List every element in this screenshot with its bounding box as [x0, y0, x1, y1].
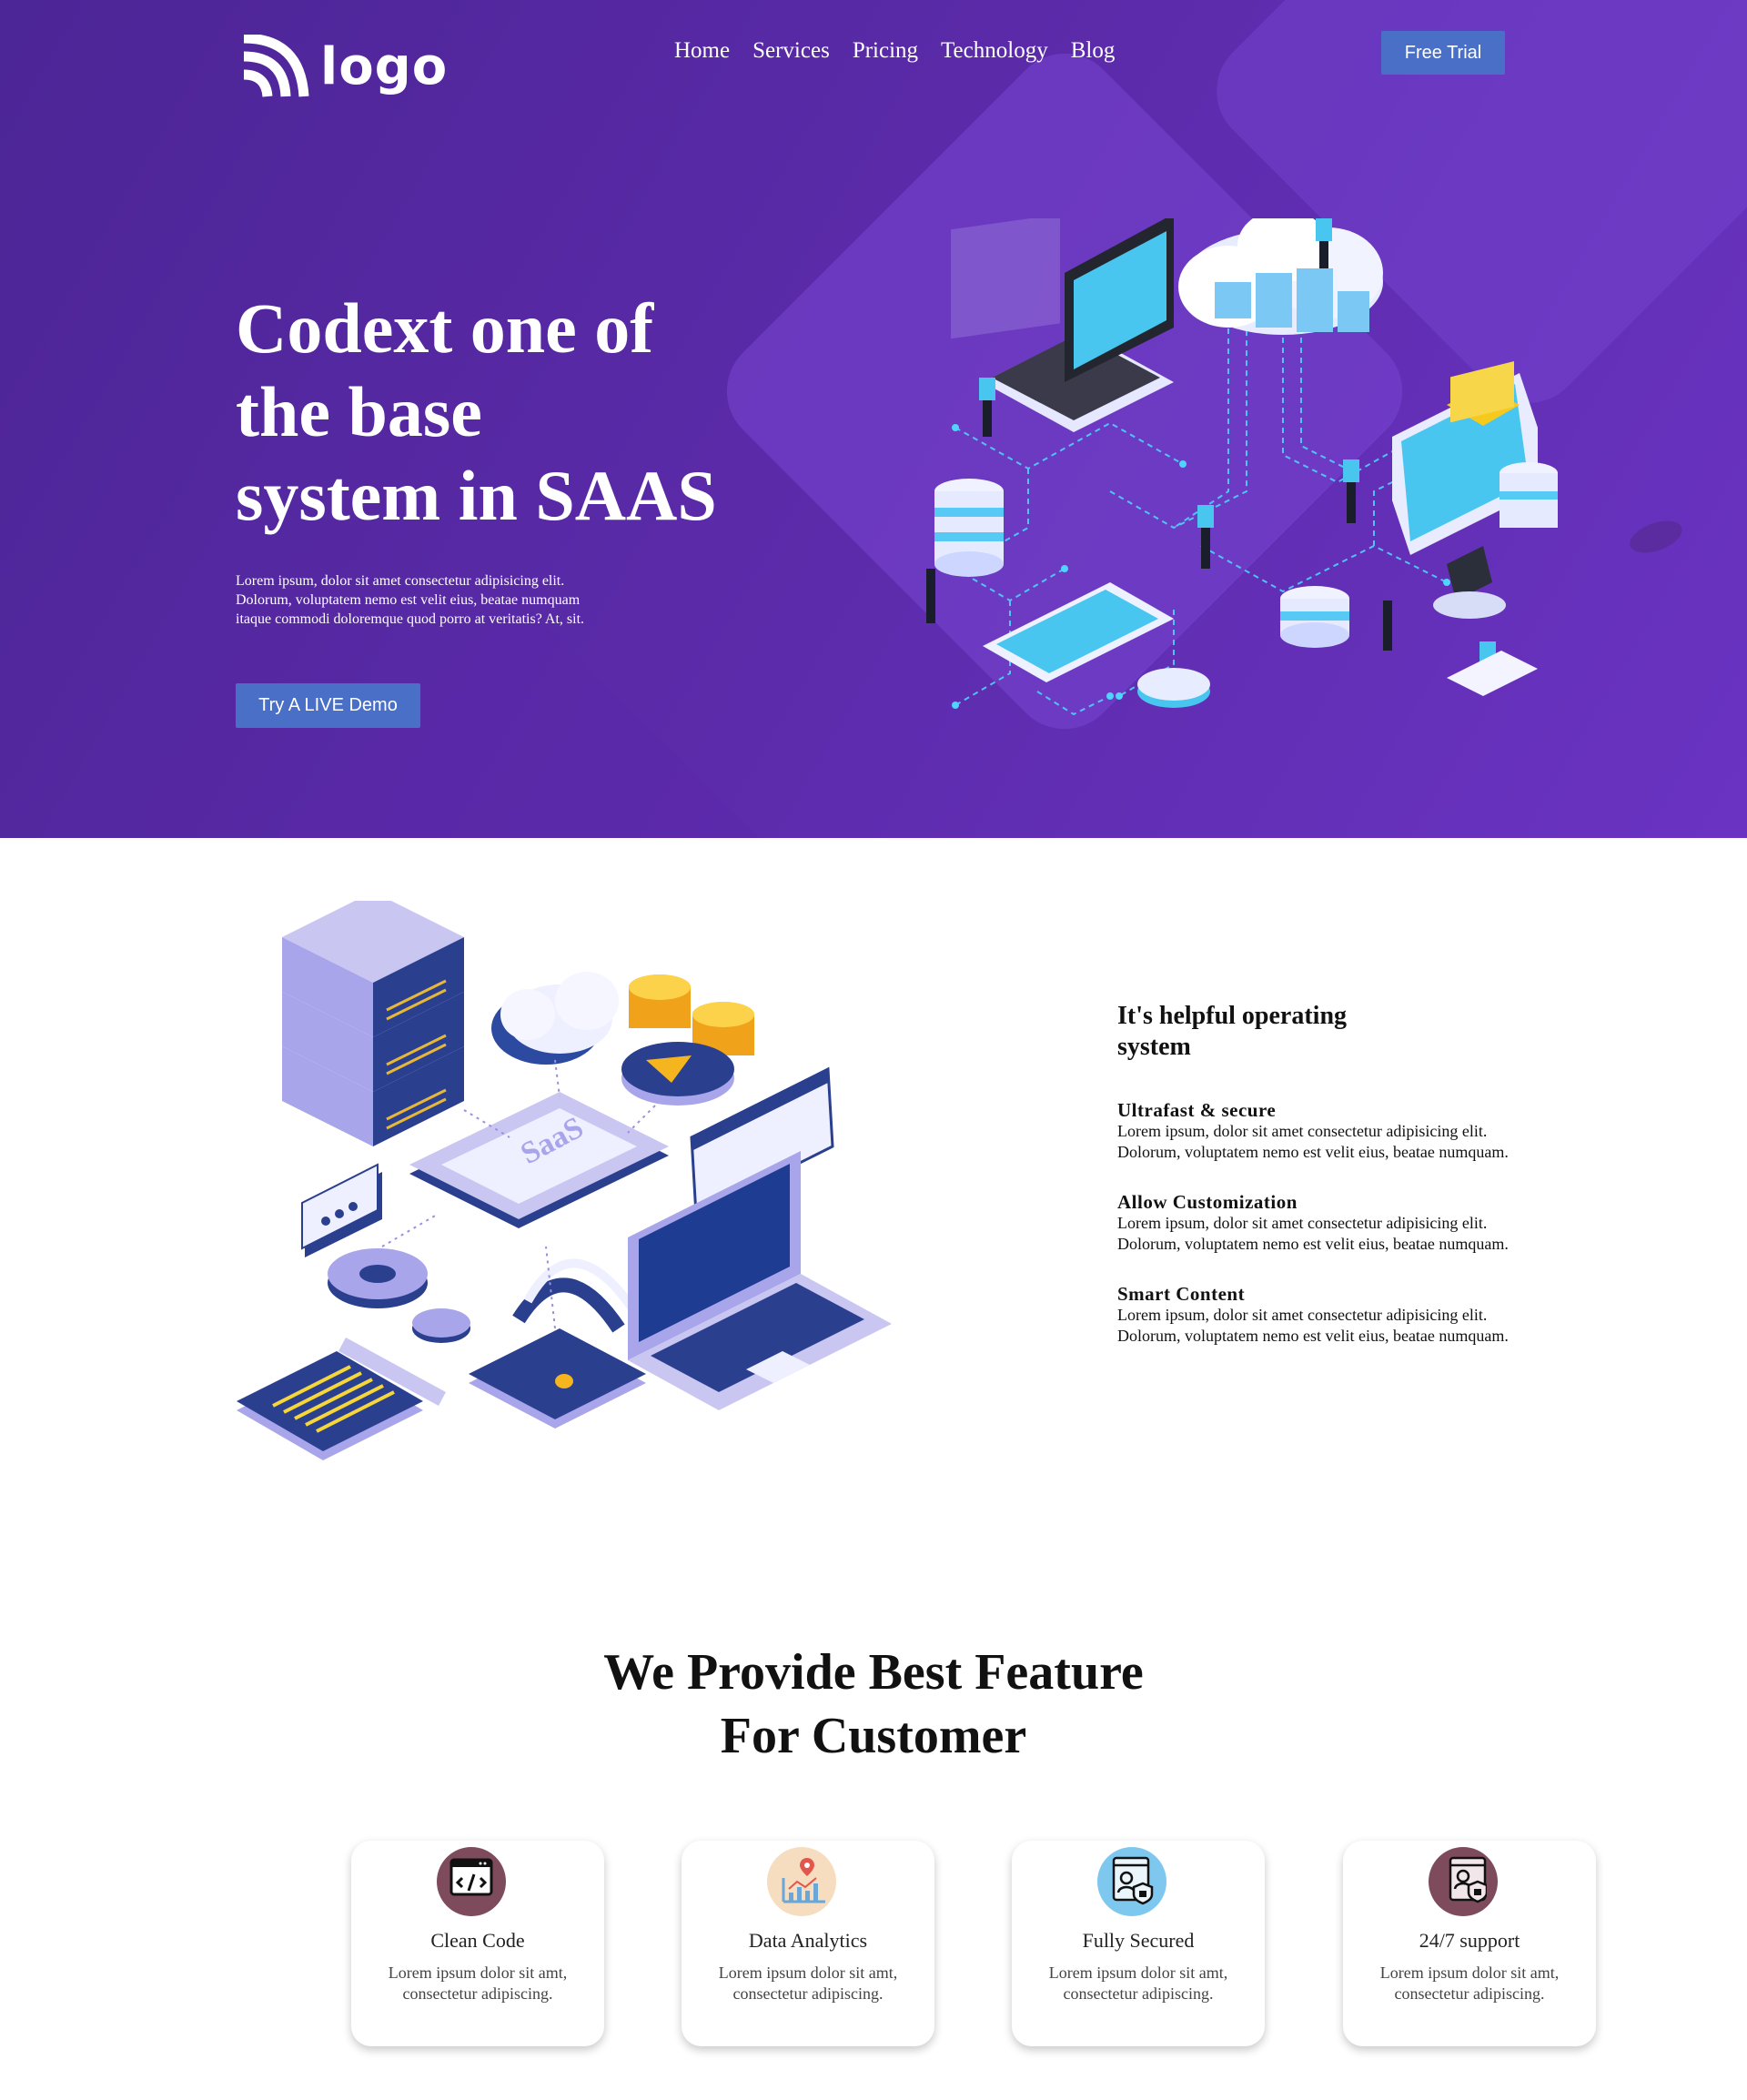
about-feature-desc: Lorem ipsum, dolor sit amet consectetur …: [1117, 1305, 1590, 1347]
feature-card-desc-line: Lorem ipsum dolor sit amt,: [388, 1964, 568, 1982]
feature-card-desc-line: consectetur adipiscing.: [732, 1984, 884, 2003]
feature-card-desc: Lorem ipsum dolor sit amt, consectetur a…: [1030, 1963, 1247, 2004]
feature-card-desc-line: consectetur adipiscing.: [1063, 1984, 1214, 2003]
hero-description-line: Lorem ipsum, dolor sit amet consectetur …: [236, 573, 565, 589]
nav-link-home[interactable]: Home: [674, 38, 730, 64]
about-title-line: system: [1117, 1033, 1191, 1061]
nav-link-pricing[interactable]: Pricing: [853, 38, 918, 64]
about-feature-desc-line: Dolorum, voluptatem nemo est velit eius,…: [1117, 1143, 1509, 1161]
features-title-line: For Customer: [720, 1708, 1027, 1764]
live-demo-button[interactable]: Try A LIVE Demo: [236, 683, 420, 728]
analytics-icon: [767, 1847, 836, 1916]
feature-card-desc-line: Lorem ipsum dolor sit amt,: [718, 1964, 898, 1982]
about-feature-title: Allow Customization: [1117, 1191, 1298, 1213]
feature-card-desc-line: consectetur adipiscing.: [1394, 1984, 1545, 2003]
about-feature-list: Ultrafast & secure Lorem ipsum, dolor si…: [1117, 1099, 1590, 1375]
about-title-line: It's helpful operating: [1117, 1002, 1348, 1030]
features-title-line: We Provide Best Feature: [603, 1644, 1144, 1701]
hero-description-line: itaque commodi doloremque quod porro at …: [236, 611, 585, 627]
about-feature-desc-line: Lorem ipsum, dolor sit amet consectetur …: [1117, 1214, 1488, 1232]
feature-card-title: Fully Secured: [1082, 1929, 1195, 1952]
feature-card-fully-secured[interactable]: Fully Secured Lorem ipsum dolor sit amt,…: [1012, 1841, 1265, 2046]
about-feature-item: Ultrafast & secure Lorem ipsum, dolor si…: [1117, 1099, 1590, 1163]
feature-card-title: 24/7 support: [1419, 1929, 1520, 1952]
hero-description: Lorem ipsum, dolor sit amet consectetur …: [236, 571, 645, 629]
nav-link-services[interactable]: Services: [752, 38, 830, 64]
about-feature-desc: Lorem ipsum, dolor sit amet consectetur …: [1117, 1213, 1590, 1255]
nav-link-blog[interactable]: Blog: [1071, 38, 1116, 64]
feature-card-desc: Lorem ipsum dolor sit amt, consectetur a…: [700, 1963, 916, 2004]
about-feature-title: Ultrafast & secure: [1117, 1099, 1277, 1121]
feature-card-title: Clean Code: [430, 1929, 525, 1952]
secure-profile-icon: [1097, 1847, 1166, 1916]
support-shield-icon: [1429, 1847, 1498, 1916]
features-section-title: We Provide Best Feature For Customer: [510, 1641, 1237, 1768]
feature-card-desc: Lorem ipsum dolor sit amt, consectetur a…: [369, 1963, 586, 2004]
feature-card-title: Data Analytics: [748, 1929, 868, 1952]
hero-description-line: Dolorum, voluptatem nemo est velit eius,…: [236, 592, 581, 608]
feature-card-desc-line: Lorem ipsum dolor sit amt,: [1048, 1964, 1228, 1982]
logo-text: logo: [320, 37, 449, 96]
logo-icon: [243, 35, 309, 97]
about-feature-title: Smart Content: [1117, 1283, 1246, 1305]
hero-title-line: system in SAAS: [236, 456, 717, 535]
about-feature-item: Smart Content Lorem ipsum, dolor sit ame…: [1117, 1283, 1590, 1347]
about-feature-desc-line: Dolorum, voluptatem nemo est velit eius,…: [1117, 1235, 1509, 1253]
logo-link[interactable]: logo: [240, 35, 448, 100]
feature-card-desc-line: Lorem ipsum dolor sit amt,: [1379, 1964, 1560, 1982]
main-nav: Home Services Pricing Technology Blog: [674, 38, 1115, 64]
saas-isometric-illustration: SaaS: [237, 901, 892, 1460]
nav-link-technology[interactable]: Technology: [941, 38, 1048, 64]
code-icon: [437, 1847, 506, 1916]
about-feature-desc-line: Dolorum, voluptatem nemo est velit eius,…: [1117, 1327, 1509, 1345]
feature-card-desc: Lorem ipsum dolor sit amt, consectetur a…: [1361, 1963, 1578, 2004]
feature-card-clean-code[interactable]: Clean Code Lorem ipsum dolor sit amt, co…: [351, 1841, 604, 2046]
feature-card-data-analytics[interactable]: Data Analytics Lorem ipsum dolor sit amt…: [682, 1841, 934, 2046]
about-feature-desc: Lorem ipsum, dolor sit amet consectetur …: [1117, 1121, 1590, 1163]
hero-section: logo Home Services Pricing Technology Bl…: [0, 0, 1747, 838]
hero-bg-shape: [1625, 514, 1687, 560]
free-trial-button[interactable]: Free Trial: [1381, 31, 1505, 75]
about-feature-item: Allow Customization Lorem ipsum, dolor s…: [1117, 1191, 1590, 1255]
about-feature-desc-line: Lorem ipsum, dolor sit amet consectetur …: [1117, 1122, 1488, 1140]
hero-title-line: Codext one of: [236, 288, 654, 368]
feature-card-support[interactable]: 24/7 support Lorem ipsum dolor sit amt, …: [1343, 1841, 1596, 2046]
about-feature-desc-line: Lorem ipsum, dolor sit amet consectetur …: [1117, 1306, 1488, 1324]
hero-title: Codext one of the base system in SAAS: [236, 287, 782, 538]
about-title: It's helpful operating system: [1117, 1001, 1409, 1063]
cloud-network-illustration: [926, 218, 1558, 716]
feature-card-desc-line: consectetur adipiscing.: [402, 1984, 553, 2003]
hero-title-line: the base: [236, 372, 482, 451]
